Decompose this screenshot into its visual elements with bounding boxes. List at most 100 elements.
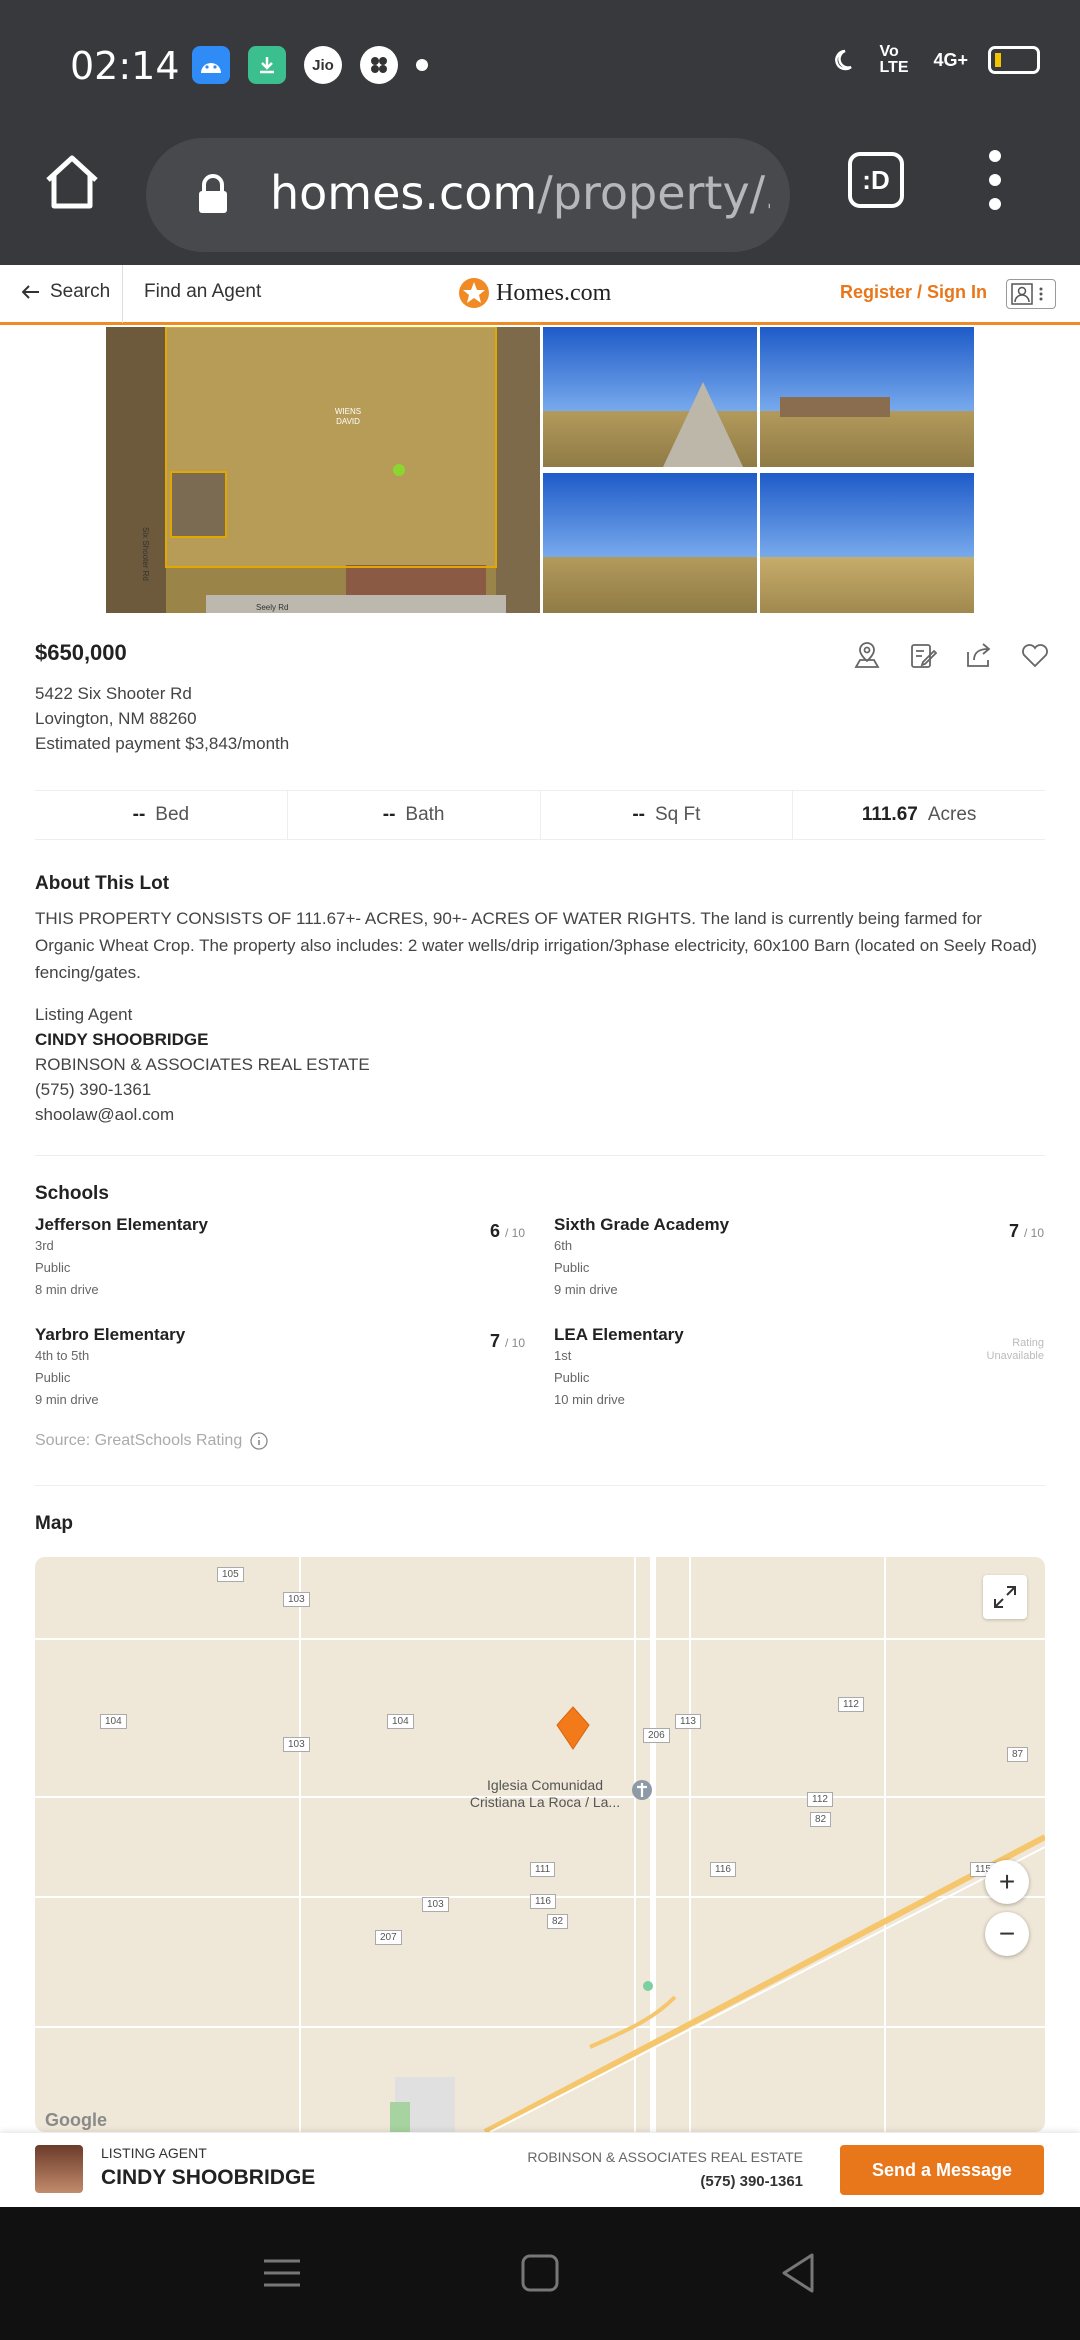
school-type: Public (35, 1370, 71, 1385)
road-shield: 116 (530, 1894, 556, 1909)
field-photo-3[interactable] (543, 473, 757, 613)
photo-gallery[interactable]: WIENS DAVID Seely Rd Six Shooter Rd (106, 327, 976, 613)
school-rating: 7 / 10 (489, 1331, 525, 1351)
sticky-phone[interactable]: (575) 390-1361 (700, 2173, 803, 2190)
map-title: Map (35, 1513, 73, 1534)
road-shield: 103 (283, 1592, 310, 1607)
download-icon (248, 46, 286, 84)
field-photo-2[interactable] (760, 327, 974, 467)
account-button[interactable] (1006, 279, 1056, 309)
school-drive: 8 min drive (35, 1282, 99, 1297)
road-shield: 103 (422, 1897, 449, 1912)
property-map[interactable]: 105 103 104 104 103 113 206 112 87 112 8… (35, 1557, 1045, 2132)
android-icon (192, 46, 230, 84)
school-grades: 3rd (35, 1238, 54, 1253)
send-message-button[interactable]: Send a Message (840, 2145, 1044, 2195)
system-nav-bar (0, 2207, 1080, 2340)
user-icon (1011, 283, 1033, 305)
expand-icon (994, 1586, 1016, 1608)
field-photo-4[interactable] (760, 473, 974, 613)
back-arrow-icon (22, 285, 39, 299)
logo-text: Homes.com (496, 279, 612, 306)
road-shield: 206 (643, 1728, 670, 1743)
road-shield: 116 (710, 1862, 736, 1877)
church-icon[interactable] (631, 1779, 653, 1801)
schools-source-text: Source: GreatSchools Rating (35, 1432, 243, 1449)
browser-menu-button[interactable] (980, 150, 1010, 210)
listing-agent-email[interactable]: shoolaw@aol.com (35, 1101, 174, 1128)
find-agent-link[interactable]: Find an Agent (144, 281, 261, 303)
road-shield: 113 (675, 1714, 701, 1729)
estimated-payment[interactable]: Estimated payment $3,843/month (35, 734, 289, 754)
poi-label[interactable]: Iglesia Comunidad Cristiana La Roca / La… (465, 1777, 625, 1811)
info-icon[interactable] (250, 1432, 268, 1450)
school-type: Public (554, 1370, 590, 1385)
map-pin-icon[interactable] (852, 640, 882, 670)
school-item[interactable]: LEA Elementary 1st Public 10 min drive R… (554, 1325, 1044, 1435)
stat-bed: -- Bed (35, 791, 288, 839)
schools-source: Source: GreatSchools Rating (35, 1432, 268, 1450)
agent-avatar (35, 2145, 83, 2193)
school-grades: 4th to 5th (35, 1348, 90, 1363)
flower-app-icon (360, 46, 398, 84)
stat-bath-label: Bath (405, 804, 445, 825)
school-drive: 10 min drive (554, 1392, 625, 1407)
search-link[interactable]: Search (22, 281, 110, 303)
signal-indicator: 4G+ (933, 49, 968, 70)
url-path: /property/5 (537, 166, 770, 220)
school-item[interactable]: Jefferson Elementary 3rd Public 8 min dr… (35, 1215, 525, 1325)
school-name: Yarbro Elementary (35, 1325, 186, 1344)
aerial-photo[interactable]: WIENS DAVID Seely Rd Six Shooter Rd (106, 327, 540, 613)
favorite-heart-icon[interactable] (1020, 640, 1050, 670)
side-road-label: Six Shooter Rd (141, 527, 150, 581)
property-stats: -- Bed -- Bath -- Sq Ft 111.67 Acres (35, 790, 1045, 840)
expand-map-button[interactable] (983, 1575, 1027, 1619)
more-vertical-icon (1039, 287, 1043, 301)
road-shield: 112 (807, 1792, 833, 1807)
school-name: LEA Elementary (554, 1325, 684, 1344)
school-rating: 7 / 10 (1008, 1221, 1044, 1241)
home-icon[interactable] (40, 150, 104, 214)
school-rating: 6 / 10 (489, 1221, 525, 1241)
register-sign-in-link[interactable]: Register / Sign In (840, 282, 987, 303)
road-shield: 104 (387, 1714, 414, 1729)
listing-agent-name: CINDY SHOOBRIDGE (35, 1030, 209, 1049)
jio-icon: Jio (304, 46, 342, 84)
tab-switcher-button[interactable]: :D (848, 152, 904, 208)
school-grades: 6th (554, 1238, 573, 1253)
edit-note-icon[interactable] (908, 640, 938, 670)
field-photo-1[interactable] (543, 327, 757, 467)
address-line-2: Lovington, NM 88260 (35, 709, 197, 728)
url-bar[interactable]: homes.com/property/5 (146, 138, 790, 252)
section-divider (35, 1155, 1045, 1156)
stat-sqft-label: Sq Ft (655, 804, 701, 825)
school-item[interactable]: Yarbro Elementary 4th to 5th Public 9 mi… (35, 1325, 525, 1435)
road-shield: 207 (375, 1930, 402, 1945)
road-shield: 82 (547, 1914, 569, 1929)
share-icon[interactable] (964, 640, 994, 670)
school-name: Sixth Grade Academy (554, 1215, 730, 1234)
url-host: homes.com (270, 166, 538, 220)
listing-brokerage: ROBINSON & ASSOCIATES REAL ESTATE (35, 1055, 370, 1074)
header-divider (122, 265, 123, 323)
road-label: Seely Rd (256, 603, 289, 612)
home-nav-icon[interactable] (518, 2251, 562, 2295)
battery-icon (988, 46, 1040, 74)
stat-acres-value: 111.67 (861, 804, 918, 825)
map-owner-tag: WIENS DAVID (334, 407, 362, 426)
zoom-in-button[interactable]: + (985, 1860, 1029, 1904)
stat-sqft: -- Sq Ft (541, 791, 794, 839)
road-shield: 82 (810, 1812, 832, 1827)
stat-bath-value: -- (382, 804, 396, 825)
back-nav-icon[interactable] (776, 2251, 820, 2295)
property-pin-icon[interactable] (555, 1705, 591, 1751)
homes-logo[interactable]: Homes.com (458, 277, 611, 309)
school-item[interactable]: Sixth Grade Academy 6th Public 9 min dri… (554, 1215, 1044, 1325)
address-line-1: 5422 Six Shooter Rd (35, 684, 192, 703)
search-label: Search (50, 281, 111, 302)
volte-indicator: Vo LTE (879, 43, 909, 76)
listing-agent-phone[interactable]: (575) 390-1361 (35, 1076, 151, 1103)
notification-icons: Jio (192, 46, 428, 84)
zoom-out-button[interactable]: − (985, 1912, 1029, 1956)
recent-apps-icon[interactable] (260, 2251, 304, 2295)
